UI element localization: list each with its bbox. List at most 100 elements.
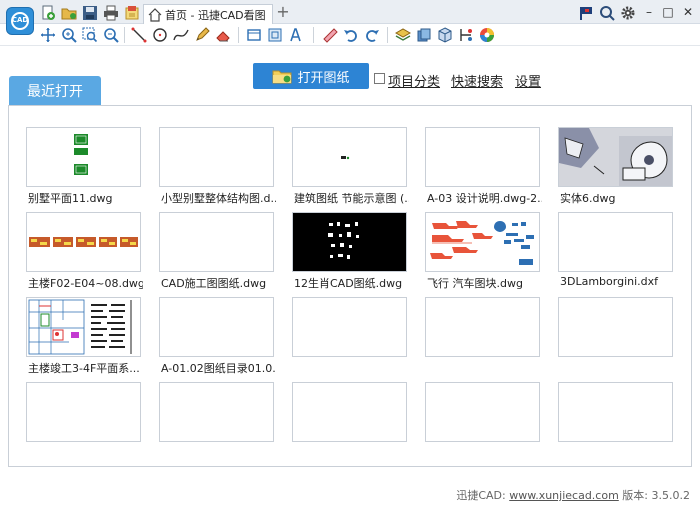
tab-recent[interactable]: 最近打开 <box>9 76 101 105</box>
settings-link[interactable]: 设置 <box>515 71 541 90</box>
app-logo: CAD <box>6 7 34 35</box>
ruler-icon[interactable] <box>322 27 338 43</box>
new-tab-button[interactable]: + <box>276 4 290 20</box>
recent-file-card[interactable]: 建筑图纸 节能示意图 (... <box>292 127 409 205</box>
zoom-window-icon[interactable] <box>82 27 98 43</box>
toolbar-divider <box>387 27 388 43</box>
rectangle-icon[interactable] <box>246 27 262 43</box>
file-name: 别墅平面11.dwg <box>28 192 113 205</box>
save-icon[interactable] <box>82 5 98 21</box>
recent-file-card[interactable] <box>558 297 673 357</box>
website-link[interactable]: www.xunjiecad.com <box>509 489 619 502</box>
minimize-icon[interactable]: – <box>642 5 656 19</box>
open-folder-icon[interactable] <box>61 5 77 21</box>
undo-icon[interactable] <box>343 27 359 43</box>
recent-file-card[interactable]: 别墅平面11.dwg <box>26 127 141 205</box>
recent-file-card[interactable]: A-01.02图纸目录01.0... <box>159 297 276 375</box>
cube-icon[interactable] <box>437 27 453 43</box>
file-thumbnail[interactable] <box>558 297 673 357</box>
recent-file-card[interactable]: 实体6.dwg <box>558 127 673 205</box>
recent-file-card[interactable]: A-03 设计说明.dwg-2... <box>425 127 542 205</box>
file-thumbnail[interactable] <box>558 127 673 187</box>
recent-file-card[interactable]: 12生肖CAD图纸.dwg <box>292 212 407 290</box>
recent-file-card[interactable]: 3DLamborgini.dxf <box>558 212 673 288</box>
quick-search-link[interactable]: 快速搜索 <box>451 71 503 90</box>
home-icon <box>148 7 162 22</box>
layer-icon[interactable] <box>267 27 283 43</box>
recent-file-card[interactable] <box>292 297 407 357</box>
recent-file-card[interactable]: 飞行 汽车图块.dwg <box>425 212 540 290</box>
flag-icon[interactable] <box>578 5 594 21</box>
eraser-icon[interactable] <box>215 27 231 43</box>
text-icon[interactable] <box>288 27 304 43</box>
file-thumbnail[interactable] <box>292 382 407 442</box>
file-name: 主楼F02-E04~08.dwg <box>28 277 143 290</box>
tab-home[interactable]: 首页 - 迅捷CAD看图 <box>143 4 273 24</box>
tab-label: 首页 - 迅捷CAD看图 <box>165 8 266 22</box>
file-thumbnail[interactable] <box>26 127 141 187</box>
file-thumbnail[interactable] <box>159 297 274 357</box>
recent-file-card[interactable] <box>26 382 141 442</box>
recent-file-card[interactable] <box>292 382 407 442</box>
recent-file-card[interactable] <box>425 382 540 442</box>
recent-file-card[interactable]: 主楼F02-E04~08.dwg <box>26 212 143 290</box>
batch-convert-icon[interactable] <box>124 5 140 21</box>
recent-file-card[interactable]: 主楼竣工3-4F平面系... <box>26 297 141 375</box>
project-category-link[interactable]: 项目分类 <box>388 71 440 90</box>
version-number: 3.5.0.2 <box>651 489 690 502</box>
layers-icon[interactable] <box>395 27 411 43</box>
recent-file-card[interactable]: CAD施工图图纸.dwg <box>159 212 274 290</box>
file-name: CAD施工图图纸.dwg <box>161 277 267 290</box>
toolbar-divider <box>238 27 239 43</box>
pan-icon[interactable] <box>40 27 56 43</box>
search-icon[interactable] <box>599 5 615 21</box>
file-thumbnail[interactable] <box>558 382 673 442</box>
file-thumbnail[interactable] <box>292 297 407 357</box>
file-thumbnail[interactable] <box>159 212 274 272</box>
file-thumbnail[interactable] <box>425 212 540 272</box>
recent-file-card[interactable] <box>159 382 274 442</box>
project-category-checkbox[interactable] <box>374 73 385 84</box>
file-name: 主楼竣工3-4F平面系... <box>28 362 140 375</box>
file-thumbnail[interactable] <box>159 127 274 187</box>
file-thumbnail[interactable] <box>292 212 407 272</box>
file-thumbnail[interactable] <box>425 297 540 357</box>
file-name: 小型别墅整体结构图.d... <box>161 192 276 205</box>
zoom-in-icon[interactable] <box>61 27 77 43</box>
file-thumbnail[interactable] <box>26 212 141 272</box>
file-thumbnail[interactable] <box>425 382 540 442</box>
block-icon[interactable] <box>416 27 432 43</box>
line-icon[interactable] <box>131 27 147 43</box>
file-name: 实体6.dwg <box>560 192 616 205</box>
file-thumbnail[interactable] <box>292 127 407 187</box>
file-name: A-03 设计说明.dwg-2... <box>427 192 542 205</box>
footer-prefix: 迅捷CAD: <box>456 489 506 502</box>
pencil-icon[interactable] <box>194 27 210 43</box>
print-icon[interactable] <box>103 5 119 21</box>
file-name: 建筑图纸 节能示意图 (... <box>294 192 409 205</box>
recent-file-card[interactable]: 小型别墅整体结构图.d... <box>159 127 276 205</box>
measure-icon[interactable] <box>458 27 474 43</box>
color-wheel-icon[interactable] <box>479 27 495 43</box>
maximize-icon[interactable]: □ <box>661 5 675 19</box>
close-icon[interactable]: ✕ <box>681 5 695 19</box>
file-thumbnail[interactable] <box>558 212 673 272</box>
file-thumbnail[interactable] <box>26 297 141 357</box>
version-label: 版本: <box>622 489 649 502</box>
recent-file-card[interactable] <box>558 382 673 442</box>
folder-icon <box>272 70 292 84</box>
new-file-icon[interactable] <box>40 5 56 21</box>
file-thumbnail[interactable] <box>159 382 274 442</box>
circle-icon[interactable] <box>152 27 168 43</box>
open-drawing-label: 打开图纸 <box>297 70 350 86</box>
recent-tab-label: 最近打开 <box>27 83 83 100</box>
curve-icon[interactable] <box>173 27 189 43</box>
gear-icon[interactable] <box>620 5 636 21</box>
recent-file-card[interactable] <box>425 297 540 357</box>
file-thumbnail[interactable] <box>26 382 141 442</box>
redo-icon[interactable] <box>364 27 380 43</box>
open-drawing-button[interactable]: 打开图纸 <box>253 63 369 89</box>
file-thumbnail[interactable] <box>425 127 540 187</box>
file-name: 3DLamborgini.dxf <box>560 275 659 288</box>
zoom-out-icon[interactable] <box>103 27 119 43</box>
